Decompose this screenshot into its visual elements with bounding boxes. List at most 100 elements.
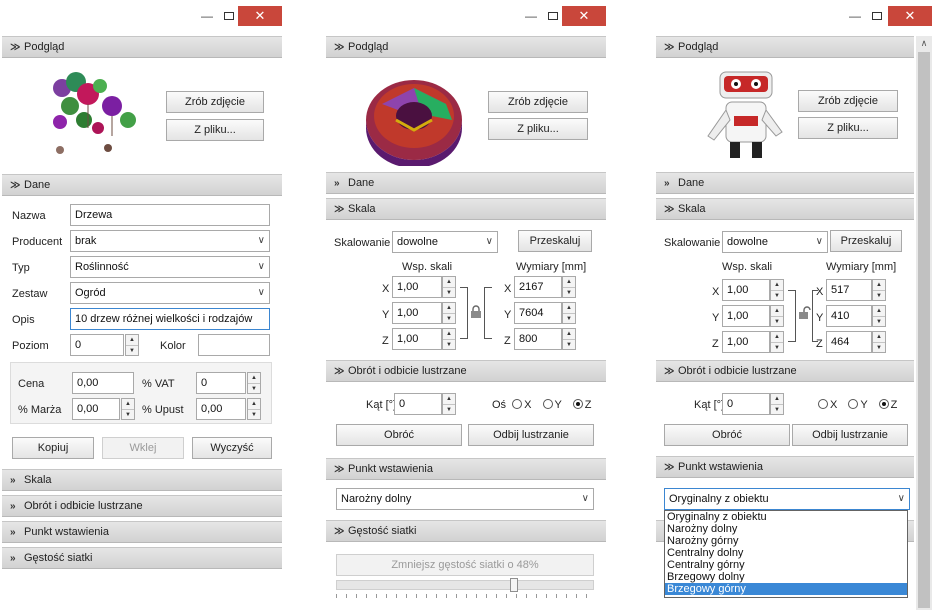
spin-up-icon[interactable]: ▲ [771,394,783,404]
spin-up-icon[interactable]: ▲ [563,329,575,339]
close-button[interactable]: ✕ [562,6,606,26]
angle-input[interactable]: 0 [394,393,442,415]
dimension-z-input[interactable]: 800 [514,328,562,350]
minimize-button[interactable]: — [844,6,866,26]
dimension-x-input[interactable]: 517 [826,279,872,301]
level-spinner[interactable]: ▲ ▼ [125,334,139,356]
dimension-y-input[interactable]: 7604 [514,302,562,324]
scale-factor-z-input[interactable]: 1,00 [722,331,770,353]
spin-down-icon[interactable]: ▼ [443,313,455,323]
spin-up-icon[interactable]: ▲ [443,277,455,287]
spin-up-icon[interactable]: ▲ [126,335,138,345]
dimension-z-spinner[interactable]: ▲ ▼ [872,331,886,353]
angle-input[interactable]: 0 [722,393,770,415]
spin-down-icon[interactable]: ▼ [771,342,783,352]
section-header-preview[interactable]: ≫ Podgląd [326,36,606,58]
section-header-preview[interactable]: ≫ Podgląd [2,36,282,58]
minimize-button[interactable]: — [196,6,218,26]
spin-up-icon[interactable]: ▲ [771,280,783,290]
scale-factor-z-spinner[interactable]: ▲ ▼ [442,328,456,350]
from-file-button[interactable]: Z pliku... [166,119,264,141]
scale-factor-x-spinner[interactable]: ▲ ▼ [442,276,456,298]
section-header-rotate[interactable]: ≫ Obrót i odbicie lustrzane [326,360,606,382]
radio-y[interactable] [848,399,859,409]
dimension-x-input[interactable]: 2167 [514,276,562,298]
dropdown-option[interactable]: Centralny dolny [665,547,907,559]
scale-factor-y-spinner[interactable]: ▲ ▼ [770,305,784,327]
spin-down-icon[interactable]: ▼ [443,287,455,297]
dimension-x-spinner[interactable]: ▲ ▼ [562,276,576,298]
dimension-z-spinner[interactable]: ▲ ▼ [562,328,576,350]
section-header-scale[interactable]: ≫ Skala [326,198,606,220]
take-photo-button[interactable]: Zrób zdjęcie [798,90,898,112]
maximize-button[interactable] [542,6,564,26]
radio-z[interactable] [572,399,583,409]
color-input[interactable] [198,334,270,356]
rotate-button[interactable]: Obróć [336,424,462,446]
section-header-data[interactable]: » Dane [656,172,914,194]
section-header-rotate[interactable]: ≫ Obrót i odbicie lustrzane [656,360,914,382]
dimension-z-input[interactable]: 464 [826,331,872,353]
scrollbar-thumb[interactable] [918,52,930,608]
spin-down-icon[interactable]: ▼ [771,316,783,326]
scroll-up-icon[interactable]: ∧ [916,36,932,50]
maximize-button[interactable] [218,6,240,26]
close-button[interactable]: ✕ [238,6,282,26]
scale-factor-y-spinner[interactable]: ▲ ▼ [442,302,456,324]
spin-down-icon[interactable]: ▼ [771,404,783,414]
spin-down-icon[interactable]: ▼ [873,316,885,326]
discount-spinner[interactable]: ▲ ▼ [247,398,261,420]
mirror-button[interactable]: Odbij lustrzanie [468,424,594,446]
dropdown-option[interactable]: Centralny górny [665,559,907,571]
section-header-scale[interactable]: ≫ Skala [656,198,914,220]
radio-y[interactable] [542,399,553,409]
mirror-button[interactable]: Odbij lustrzanie [792,424,908,446]
section-header-data[interactable]: » Dane [326,172,606,194]
spin-down-icon[interactable]: ▼ [873,290,885,300]
spin-up-icon[interactable]: ▲ [563,303,575,313]
dropdown-option[interactable]: Narożny dolny [665,523,907,535]
take-photo-button[interactable]: Zrób zdjęcie [488,91,588,113]
spin-up-icon[interactable]: ▲ [248,399,260,409]
spin-up-icon[interactable]: ▲ [443,329,455,339]
section-header-scale[interactable]: » Skala [2,469,282,491]
spin-up-icon[interactable]: ▲ [771,332,783,342]
scale-factor-x-input[interactable]: 1,00 [392,276,442,298]
from-file-button[interactable]: Z pliku... [798,117,898,139]
scale-factor-y-input[interactable]: 1,00 [392,302,442,324]
from-file-button[interactable]: Z pliku... [488,118,588,140]
insert-point-select[interactable]: Oryginalny z obiektu ∨ [664,488,910,510]
rescale-button[interactable]: Przeskaluj [518,230,592,252]
unlock-icon[interactable] [798,306,812,320]
scale-factor-x-input[interactable]: 1,00 [722,279,770,301]
dropdown-option[interactable]: Brzegowy dolny [665,571,907,583]
spin-up-icon[interactable]: ▲ [873,332,885,342]
section-header-insert-point[interactable]: » Punkt wstawienia [2,521,282,543]
type-select[interactable]: Roślinność ∨ [70,256,270,278]
insert-point-select[interactable]: Narożny dolny ∨ [336,488,594,510]
spin-up-icon[interactable]: ▲ [563,277,575,287]
close-button[interactable]: ✕ [888,6,932,26]
radio-x[interactable] [818,399,828,409]
insert-point-dropdown[interactable]: Oryginalny z obiektu Narożny dolny Naroż… [664,510,908,598]
slider-handle[interactable] [510,578,518,592]
vat-input[interactable]: 0 [196,372,246,394]
clear-button[interactable]: Wyczyść [192,437,272,459]
discount-input[interactable]: 0,00 [196,398,246,420]
reduce-density-button[interactable]: Zmniejsz gęstość siatki o 48% [336,554,594,576]
section-header-data[interactable]: ≫ Dane [2,174,282,196]
spin-up-icon[interactable]: ▲ [248,373,260,383]
section-header-insert-point[interactable]: ≫ Punkt wstawienia [326,458,606,480]
price-input[interactable]: 0,00 [72,372,134,394]
spin-down-icon[interactable]: ▼ [873,342,885,352]
set-select[interactable]: Ogród ∨ [70,282,270,304]
spin-down-icon[interactable]: ▼ [443,404,455,414]
radio-x[interactable] [512,399,523,409]
spin-down-icon[interactable]: ▼ [771,290,783,300]
section-header-grid-density[interactable]: » Gęstość siatki [2,547,282,569]
spin-up-icon[interactable]: ▲ [873,280,885,290]
margin-spinner[interactable]: ▲ ▼ [121,398,135,420]
dropdown-option[interactable]: Narożny górny [665,535,907,547]
scaling-select[interactable]: dowolne ∨ [392,231,498,253]
lock-icon[interactable] [470,305,482,319]
